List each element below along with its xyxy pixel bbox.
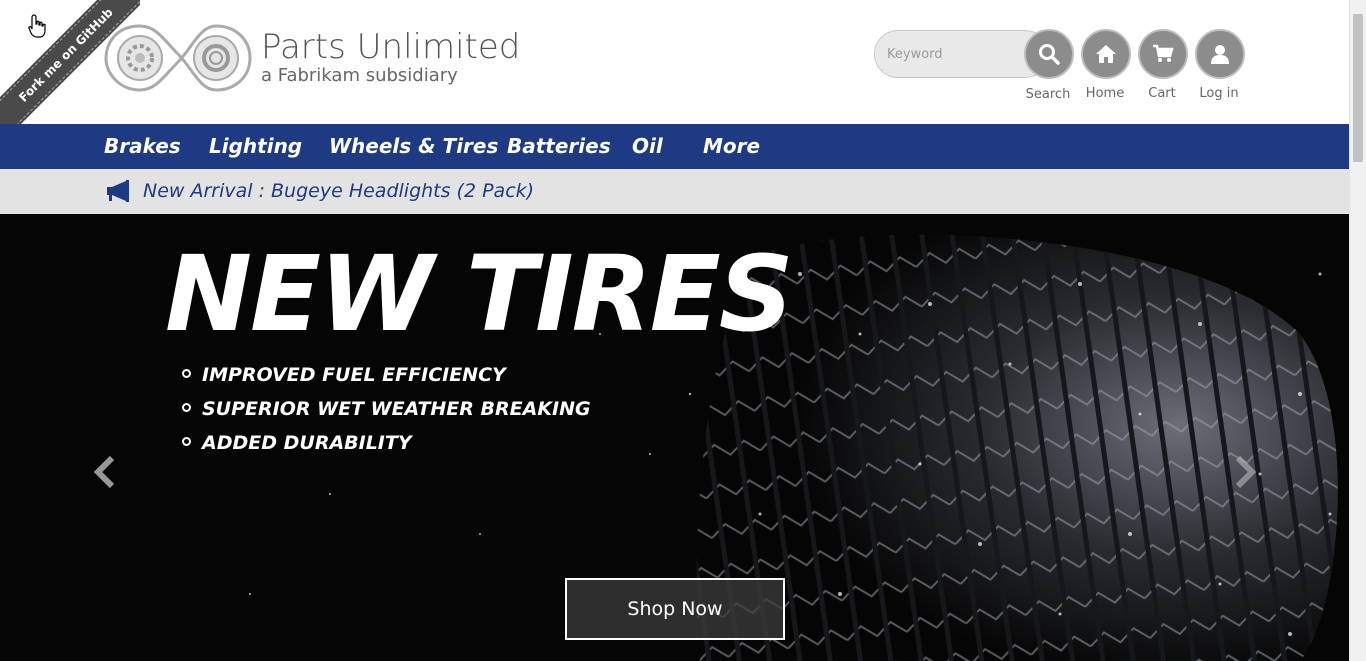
search-button[interactable] xyxy=(1024,29,1074,79)
nav-item-lighting[interactable]: Lighting xyxy=(209,134,302,158)
bullet-icon xyxy=(182,403,191,412)
search-box xyxy=(874,29,1074,80)
carousel-next-icon[interactable] xyxy=(1230,452,1260,492)
hero-feature-item: IMPROVED FUEL EFFICIENCY xyxy=(182,364,506,386)
hero-feature-text: IMPROVED FUEL EFFICIENCY xyxy=(202,364,506,386)
hero-feature-item: SUPERIOR WET WEATHER BREAKING xyxy=(182,398,591,420)
main-nav: Brakes Lighting Wheels & Tires Batteries… xyxy=(0,124,1349,169)
announcement-link[interactable]: New Arrival : Bugeye Headlights (2 Pack) xyxy=(143,180,534,202)
fork-ribbon[interactable]: Fork me on GitHub xyxy=(0,0,140,140)
nav-item-brakes[interactable]: Brakes xyxy=(104,134,181,158)
site-header: Parts Unlimited a Fabrikam subsidiary Se… xyxy=(0,0,1349,124)
login-button[interactable] xyxy=(1195,29,1245,79)
search-label: Search xyxy=(1025,87,1071,102)
hero-feature-text: ADDED DURABILITY xyxy=(202,432,412,454)
hero-carousel: NEW TIRES IMPROVED FUEL EFFICIENCY SUPER… xyxy=(0,214,1349,661)
carousel-prev-icon[interactable] xyxy=(90,452,120,492)
nav-item-oil[interactable]: Oil xyxy=(632,134,663,158)
scrollbar-thumb[interactable] xyxy=(1353,14,1363,162)
brand-title[interactable]: Parts Unlimited xyxy=(261,27,520,67)
megaphone-icon xyxy=(107,180,129,202)
hero-title: NEW TIRES xyxy=(165,233,794,355)
nav-item-more[interactable]: More xyxy=(703,134,760,158)
bullet-icon xyxy=(182,437,191,446)
cart-icon xyxy=(1153,44,1174,62)
brand-subtitle: a Fabrikam subsidiary xyxy=(261,65,458,86)
hero-feature-item: ADDED DURABILITY xyxy=(182,432,412,454)
shop-now-button[interactable]: Shop Now xyxy=(565,578,785,640)
login-label[interactable]: Log in xyxy=(1189,86,1249,101)
page-scrollbar[interactable] xyxy=(1349,0,1366,661)
search-icon xyxy=(1039,44,1060,65)
nav-item-batteries[interactable]: Batteries xyxy=(507,134,611,158)
hero-feature-text: SUPERIOR WET WEATHER BREAKING xyxy=(202,398,591,420)
fork-ribbon-label[interactable]: Fork me on GitHub xyxy=(0,0,140,140)
cart-label[interactable]: Cart xyxy=(1132,86,1192,101)
search-input[interactable] xyxy=(874,30,1049,78)
hand-cursor-icon xyxy=(28,14,46,38)
announcement-bar: New Arrival : Bugeye Headlights (2 Pack) xyxy=(0,169,1349,214)
cart-button[interactable] xyxy=(1138,29,1188,79)
home-button[interactable] xyxy=(1081,29,1131,79)
home-icon xyxy=(1096,45,1116,63)
nav-item-wheels-tires[interactable]: Wheels & Tires xyxy=(329,134,498,158)
bullet-icon xyxy=(182,369,191,378)
user-icon xyxy=(1211,45,1229,64)
home-label[interactable]: Home xyxy=(1075,86,1135,101)
